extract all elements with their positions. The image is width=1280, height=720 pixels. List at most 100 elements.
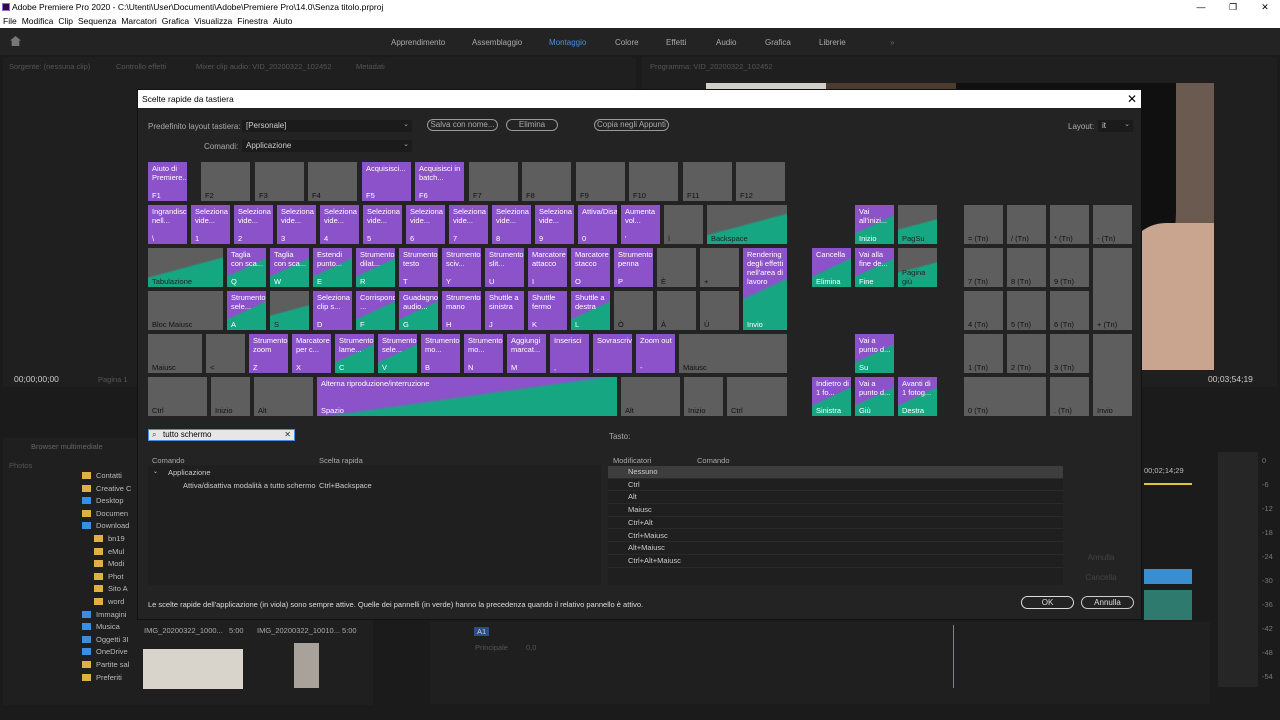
key-k[interactable]: Shuttle fermo K bbox=[528, 291, 567, 330]
key--tn-[interactable]: = (Tn) bbox=[964, 205, 1003, 244]
key-q[interactable]: Taglia con sca... Q bbox=[227, 248, 266, 287]
key-ctrl[interactable]: Ctrl bbox=[727, 377, 787, 416]
workspace-tab-montaggio[interactable]: Montaggio bbox=[549, 38, 586, 47]
folder-item[interactable]: Partite sal bbox=[80, 659, 132, 671]
menu-sequenza[interactable]: Sequenza bbox=[78, 16, 116, 26]
key-su[interactable]: Vai a punto d... Su bbox=[855, 334, 894, 373]
key-5-tn-[interactable]: 5 (Tn) bbox=[1007, 291, 1046, 330]
key-c[interactable]: Strumento lame... C bbox=[335, 334, 374, 373]
key-tabulazione[interactable]: Tabulazione bbox=[148, 248, 223, 287]
expand-chevron-icon[interactable]: ⌄ bbox=[153, 468, 158, 475]
key-f1[interactable]: Aiuto di Premiere... F1 bbox=[148, 162, 187, 201]
menu-visualizza[interactable]: Visualizza bbox=[194, 16, 232, 26]
key-invio[interactable]: Rendering degli effetti nell'area di lav… bbox=[743, 248, 787, 330]
key--[interactable]: Ò bbox=[614, 291, 653, 330]
key-g[interactable]: Guadagno audio... G bbox=[399, 291, 438, 330]
folder-item[interactable]: Desktop bbox=[80, 495, 132, 507]
key--[interactable]: Ù bbox=[700, 291, 739, 330]
layout-preset-select[interactable]: [Personale] ⌄ bbox=[242, 120, 412, 132]
key-f[interactable]: Corrispondenza ... F bbox=[356, 291, 395, 330]
modifier-row[interactable]: Nessuno bbox=[608, 466, 1063, 479]
result-command[interactable]: Attiva/disattiva modalità a tutto scherm… bbox=[183, 481, 316, 490]
menu-file[interactable]: File bbox=[3, 16, 17, 26]
cancel-button[interactable]: Annulla bbox=[1081, 596, 1134, 609]
key-o[interactable]: Marcatore stacco O bbox=[571, 248, 610, 287]
key-f12[interactable]: F12 bbox=[736, 162, 785, 201]
audio-clip-1[interactable] bbox=[1144, 569, 1192, 584]
key-f4[interactable]: F4 bbox=[308, 162, 357, 201]
key-9[interactable]: Seleziona vide... 9 bbox=[535, 205, 574, 244]
key--tn-[interactable]: / (Tn) bbox=[1007, 205, 1046, 244]
folder-item[interactable]: Oggetti 3I bbox=[80, 634, 132, 646]
key-4-tn-[interactable]: 4 (Tn) bbox=[964, 291, 1003, 330]
search-field[interactable]: ⌕ tutto schermo ✕ bbox=[148, 429, 295, 441]
workspace-tab-assemblaggio[interactable]: Assemblaggio bbox=[472, 38, 522, 47]
key-f6[interactable]: Acquisisci in batch... F6 bbox=[415, 162, 464, 201]
key--[interactable]: Sovrascrivi. bbox=[593, 334, 632, 373]
clip-thumbnail-2[interactable] bbox=[294, 643, 319, 688]
key-invio[interactable]: Invio bbox=[1093, 334, 1132, 416]
key-gi-[interactable]: Vai a punto d... Giù bbox=[855, 377, 894, 416]
key-5[interactable]: Seleziona vide... 5 bbox=[363, 205, 402, 244]
key-0[interactable]: Attiva/Disattiva... 0 bbox=[578, 205, 617, 244]
group-row[interactable]: Applicazione bbox=[168, 468, 211, 477]
key-y[interactable]: Strumento sciv... Y bbox=[442, 248, 481, 287]
metadata-tab[interactable]: Metadati bbox=[356, 62, 385, 71]
program-tab[interactable]: Programma: VID_20200322_102452 bbox=[650, 62, 773, 71]
key-f3[interactable]: F3 bbox=[255, 162, 304, 201]
key-r[interactable]: Strumento dilat... R bbox=[356, 248, 395, 287]
folder-item[interactable]: OneDrive bbox=[80, 646, 132, 658]
folder-item[interactable]: Immagini bbox=[80, 609, 132, 621]
key-m[interactable]: Aggiungi marcat... M bbox=[507, 334, 546, 373]
workspace-tab-librerie[interactable]: Librerie bbox=[819, 38, 846, 47]
workspace-tab-audio[interactable]: Audio bbox=[716, 38, 736, 47]
key-ctrl[interactable]: Ctrl bbox=[148, 377, 207, 416]
key-spazio[interactable]: Alterna riproduzione/interruzione Spazio bbox=[317, 377, 617, 416]
key-z[interactable]: Strumento zoom Z bbox=[249, 334, 288, 373]
key-pagina-gi-[interactable]: Pagina giù bbox=[898, 248, 937, 287]
shortcut-column-header[interactable]: Scelta rapida bbox=[319, 456, 363, 465]
key--tn-[interactable]: * (Tn) bbox=[1050, 205, 1089, 244]
page-selector[interactable]: Pagina 1 bbox=[98, 375, 128, 384]
key-alt[interactable]: Alt bbox=[254, 377, 313, 416]
clear-search-icon[interactable]: ✕ bbox=[284, 430, 291, 440]
effects-control-tab[interactable]: Controllo effetti bbox=[116, 62, 166, 71]
key--[interactable]: À bbox=[657, 291, 696, 330]
key-x[interactable]: Marcatore per c... X bbox=[292, 334, 331, 373]
key-i[interactable]: Marcatore attacco I bbox=[528, 248, 567, 287]
key-f5[interactable]: Acquisisci... F5 bbox=[362, 162, 411, 201]
menu-clip[interactable]: Clip bbox=[58, 16, 73, 26]
key-backspace[interactable]: Backspace bbox=[707, 205, 787, 244]
playhead[interactable] bbox=[953, 625, 954, 688]
key-alt[interactable]: Alt bbox=[621, 377, 680, 416]
modifier-row[interactable]: Alt+Maiusc bbox=[608, 542, 1063, 555]
key-inizio[interactable]: Vai all'inizi... Inizio bbox=[855, 205, 894, 244]
key-maiusc[interactable]: Maiusc bbox=[148, 334, 202, 373]
key-j[interactable]: Shuttle a sinistra J bbox=[485, 291, 524, 330]
audio-mixer-tab[interactable]: Mixer clip audio: VID_20200322_102452 bbox=[196, 62, 332, 71]
close-window-button[interactable]: ✕ bbox=[1250, 0, 1280, 14]
key-8-tn-[interactable]: 8 (Tn) bbox=[1007, 248, 1046, 287]
minimize-button[interactable]: — bbox=[1186, 0, 1216, 14]
key-a[interactable]: Strumento sele... A bbox=[227, 291, 266, 330]
key-l[interactable]: Shuttle a destra L bbox=[571, 291, 610, 330]
folder-item[interactable]: Download bbox=[80, 520, 132, 532]
key-u[interactable]: Strumento slit... U bbox=[485, 248, 524, 287]
clip-thumbnail-1[interactable] bbox=[143, 649, 243, 689]
menu-modifica[interactable]: Modifica bbox=[22, 16, 54, 26]
workspace-tab-effetti[interactable]: Effetti bbox=[666, 38, 686, 47]
key-0-tn-[interactable]: 0 (Tn) bbox=[964, 377, 1046, 416]
workspace-tab-grafica[interactable]: Grafica bbox=[765, 38, 791, 47]
modifier-row[interactable]: Maiusc bbox=[608, 504, 1063, 517]
key--[interactable]: Ingrandisci nell... \ bbox=[148, 205, 187, 244]
folder-item[interactable]: Contatti bbox=[80, 470, 132, 482]
result-shortcut[interactable]: Ctrl+Backspace bbox=[319, 481, 372, 490]
key-sinistra[interactable]: Indietro di 1 fo... Sinistra bbox=[812, 377, 851, 416]
key-e[interactable]: Estendi punto... E bbox=[313, 248, 352, 287]
key-f11[interactable]: F11 bbox=[683, 162, 732, 201]
modifier-row[interactable]: Ctrl+Alt+Maiusc bbox=[608, 555, 1063, 568]
work-area-bar[interactable] bbox=[1144, 483, 1192, 485]
key--tn-[interactable]: . (Tn) bbox=[1050, 377, 1089, 416]
media-browser-tab[interactable]: Browser multimediale bbox=[31, 442, 103, 451]
key-pagsu[interactable]: PagSu bbox=[898, 205, 937, 244]
